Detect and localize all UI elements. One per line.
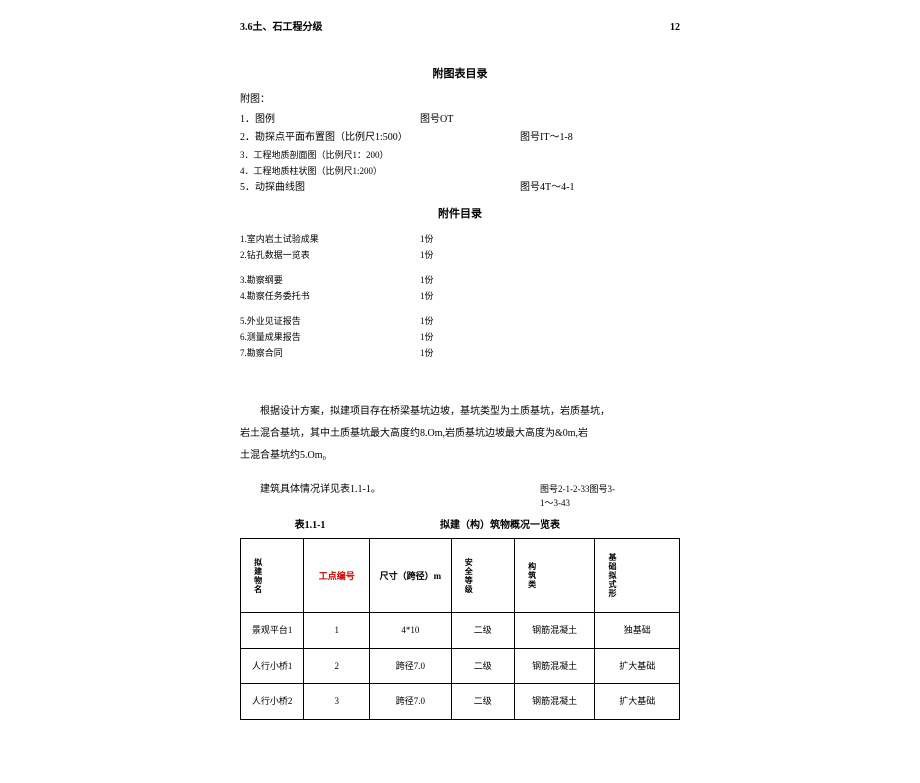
- th-3: 尺寸（跨径）m: [380, 571, 442, 581]
- paragraph-2: 岩土混合基坑，其中土质基坑最大高度约8.Om,岩质基坑边坡最大高度为&0m,岩: [240, 423, 680, 445]
- table-number: 表1.1-1: [240, 518, 380, 534]
- attach-1-label: 1.室内岩土试验成果: [240, 232, 420, 246]
- table-ref-row: 建筑具体情况详见表1.1-1。 图号2-1-2-33图号3- 1～3-43: [240, 482, 680, 511]
- cell: 二级: [451, 648, 514, 683]
- cell: 钢筋混凝土: [514, 648, 594, 683]
- cell: 跨径7.0: [370, 684, 451, 719]
- figure-code-2: 图号IT～1-8: [520, 130, 573, 146]
- attach-7-qty: 1份: [420, 346, 470, 360]
- attach-1-qty: 1份: [420, 232, 470, 246]
- attach-7-label: 7.勘察合同: [240, 346, 420, 360]
- th-6: 基础拟式形: [599, 549, 625, 602]
- th-1: 拟建物名: [245, 554, 271, 598]
- table-ref-right: 图号2-1-2-33图号3- 1～3-43: [540, 482, 680, 511]
- attach-2-label: 2.钻孔数据一览表: [240, 248, 420, 262]
- attach-4-qty: 1份: [420, 289, 470, 303]
- th-5: 构筑类: [519, 558, 545, 593]
- cell: 人行小桥2: [241, 684, 304, 719]
- figure-item-4: 4．工程地质柱状图（比例尺1:200）: [240, 164, 382, 178]
- th-4: 安全等级: [456, 554, 482, 598]
- ref-right-2: 1～3-43: [540, 496, 680, 510]
- table-ref-left: 建筑具体情况详见表1.1-1。: [240, 482, 540, 511]
- overview-table: 拟建物名 工点编号 尺寸（跨径）m 安全等级 构筑类 基础拟式形 景观平台1 1…: [240, 538, 680, 719]
- header-left: 3.6土、石工程分级: [240, 20, 323, 36]
- header-right: 12: [670, 20, 680, 36]
- cell: 1: [304, 613, 370, 648]
- cell: 4*10: [370, 613, 451, 648]
- ref-right-1: 图号2-1-2-33图号3-: [540, 482, 680, 496]
- table-title-row: 表1.1-1 拟建（构）筑物概况一览表: [240, 518, 680, 534]
- attach-5-qty: 1份: [420, 314, 470, 328]
- cell: 3: [304, 684, 370, 719]
- cell: 钢筋混凝土: [514, 613, 594, 648]
- attach-2-qty: 1份: [420, 248, 470, 262]
- cell: 扩大基础: [595, 684, 680, 719]
- figure-code-5: 图号4T～4-1: [520, 180, 574, 196]
- attach-list: 1.室内岩土试验成果1份 2.钻孔数据一览表1份 3.勘察纲要1份 4.勘察任务…: [240, 232, 680, 361]
- table-row: 景观平台1 1 4*10 二级 钢筋混凝土 独基础: [241, 613, 680, 648]
- attach-5-label: 5.外业见证报告: [240, 314, 420, 328]
- table-row: 人行小桥2 3 跨径7.0 二级 钢筋混凝土 扩大基础: [241, 684, 680, 719]
- figure-item-3: 3．工程地质剖面图（比例尺1：200）: [240, 148, 389, 162]
- attach-6-label: 6.测量成果报告: [240, 330, 420, 344]
- figure-sublabel: 附图：: [240, 92, 680, 108]
- attach-6-qty: 1份: [420, 330, 470, 344]
- figure-item-1: 1．图例: [240, 112, 420, 128]
- cell: 跨径7.0: [370, 648, 451, 683]
- cell: 钢筋混凝土: [514, 684, 594, 719]
- figure-item-5: 5．动探曲线图: [240, 180, 520, 196]
- attach-3-label: 3.勘察纲要: [240, 273, 420, 287]
- page-header: 3.6土、石工程分级 12: [240, 20, 680, 36]
- cell: 扩大基础: [595, 648, 680, 683]
- cell: 景观平台1: [241, 613, 304, 648]
- attach-index-title: 附件目录: [240, 206, 680, 224]
- attach-4-label: 4.勘察任务委托书: [240, 289, 420, 303]
- figure-list: 1．图例 图号OT 2．勘探点平面布置图（比例尺1:500） 图号IT～1-8 …: [240, 112, 680, 197]
- table-caption: 拟建（构）筑物概况一览表: [380, 518, 620, 534]
- cell: 2: [304, 648, 370, 683]
- figure-item-2: 2．勘探点平面布置图（比例尺1:500）: [240, 130, 520, 146]
- attach-3-qty: 1份: [420, 273, 470, 287]
- cell: 人行小桥1: [241, 648, 304, 683]
- figure-index-title: 附图表目录: [240, 66, 680, 84]
- cell: 独基础: [595, 613, 680, 648]
- table-row: 人行小桥1 2 跨径7.0 二级 钢筋混凝土 扩大基础: [241, 648, 680, 683]
- paragraph-3: 土混合基坑约5.Om₀: [240, 445, 680, 467]
- paragraph-1: 根据设计方案，拟建项目存在桥梁基坑边坡，基坑类型为土质基坑，岩质基坑，: [240, 401, 680, 423]
- th-2: 工点编号: [319, 571, 355, 581]
- cell: 二级: [451, 684, 514, 719]
- figure-code-1: 图号OT: [420, 112, 520, 128]
- cell: 二级: [451, 613, 514, 648]
